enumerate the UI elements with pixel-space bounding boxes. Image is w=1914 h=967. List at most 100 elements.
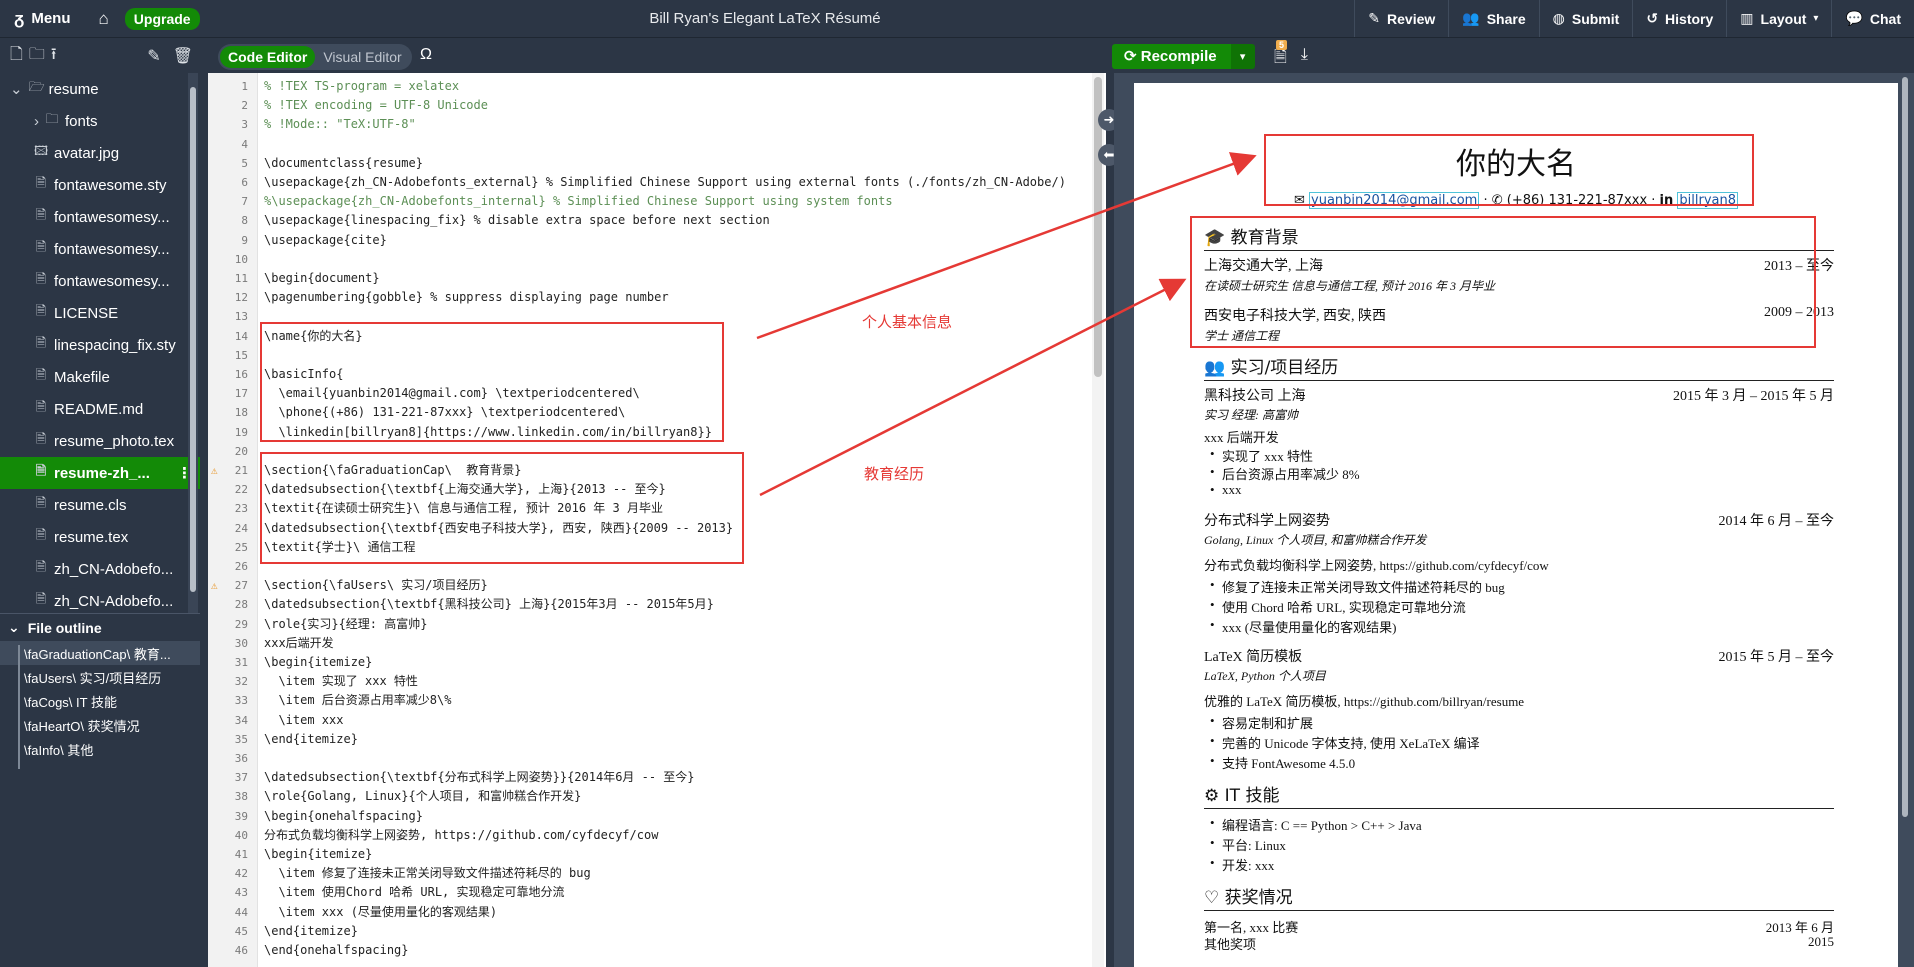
code-line[interactable]: ⚠ 27 \section{\faUsers\ 实习/项目经历} — [208, 576, 1106, 595]
file-tree-item[interactable]: 🗎 Makefile — [0, 361, 200, 393]
code-line[interactable]: 37 \datedsubsection{\textbf{分布式科学上网姿势}}{2… — [208, 768, 1106, 787]
code-line[interactable]: 32 \item 实现了 xxx 特性 — [208, 672, 1106, 691]
file-tree-divider[interactable] — [200, 73, 208, 967]
code-line[interactable]: 39 \begin{onehalfspacing} — [208, 807, 1106, 826]
file-tree-item[interactable]: 🗎 fontawesome.sty — [0, 169, 200, 201]
layout-button[interactable]: ▥ Layout ▾ — [1726, 0, 1831, 37]
code-line[interactable]: 34 \item xxx — [208, 711, 1106, 730]
code-line[interactable]: 44 \item xxx (尽量使用量化的客观结果) — [208, 903, 1106, 922]
code-line[interactable]: 15 — [208, 346, 1106, 365]
outline-item[interactable]: \faUsers\ 实习/项目经历 — [0, 665, 200, 689]
editor-scrollbar[interactable] — [1092, 73, 1104, 967]
code-line[interactable]: 36 — [208, 749, 1106, 768]
code-line[interactable]: 42 \item 修复了连接未正常关闭导致文件描述符耗尽的 bug — [208, 864, 1106, 883]
chevron-down-icon[interactable]: ⌄ — [10, 80, 23, 98]
outline-item[interactable]: \faHeartO\ 获奖情况 — [0, 713, 200, 737]
file-tree-item[interactable]: 🗎 resume-zh_... ⋮ — [0, 457, 200, 489]
chevron-right-icon[interactable]: › — [34, 113, 39, 130]
file-tree-item[interactable]: 🗎 LICENSE — [0, 297, 200, 329]
code-line[interactable]: 33 \item 后台资源占用率减少8\% — [208, 691, 1106, 710]
menu-button[interactable]: ᵹ Menu — [0, 0, 85, 37]
code-line[interactable]: 17 \email{yuanbin2014@gmail.com} \textpe… — [208, 384, 1106, 403]
file-tree-item[interactable]: 🗎 zh_CN-Adobefo... — [0, 585, 200, 613]
new-file-icon[interactable]: 🗋 — [10, 43, 23, 70]
code-line[interactable]: 23 \textit{在读硕士研究生}\ 信息与通信工程, 预计 2016 年 3… — [208, 499, 1106, 518]
code-line[interactable]: 18 \phone{(+86) 131-221-87xxx} \textperi… — [208, 403, 1106, 422]
outline-item[interactable]: \faCogs\ IT 技能 — [0, 689, 200, 713]
outline-item[interactable]: \faInfo\ 其他 — [0, 737, 200, 761]
code-editor-tab[interactable]: Code Editor — [220, 46, 316, 68]
code-line[interactable]: 8 \usepackage{linespacing_fix} % disable … — [208, 211, 1106, 230]
recompile-button[interactable]: ⟳ Recompile — [1112, 44, 1231, 69]
chat-button[interactable]: 💬 Chat — [1831, 0, 1914, 37]
visual-editor-tab[interactable]: Visual Editor — [315, 46, 409, 68]
history-button[interactable]: ↺ History — [1632, 0, 1726, 37]
file-tree-item[interactable]: 🗎 fontawesomesy... — [0, 201, 200, 233]
code-line[interactable]: 30 xxx后端开发 — [208, 634, 1106, 653]
code-line[interactable]: 11 \begin{document} — [208, 269, 1106, 288]
code-line[interactable]: 5 \documentclass{resume} — [208, 154, 1106, 173]
code-line[interactable]: 1 % !TEX TS-program = xelatex — [208, 77, 1106, 96]
file-tree-item[interactable]: 🗎 fontawesomesy... — [0, 265, 200, 297]
code-line[interactable]: 12 \pagenumbering{gobble} % suppress disp… — [208, 288, 1106, 307]
code-line[interactable]: 13 — [208, 307, 1106, 326]
code-line[interactable]: 7 %\usepackage{zh_CN-Adobefonts_internal}… — [208, 192, 1106, 211]
code-line[interactable]: 9 \usepackage{cite} — [208, 231, 1106, 250]
recompile-options-button[interactable]: ▾ — [1230, 44, 1255, 69]
code-editor[interactable]: 1 % !TEX TS-program = xelatex 2 % !TEX enco… — [208, 73, 1106, 967]
file-tree-item[interactable]: 🗎 resume.cls — [0, 489, 200, 521]
delete-icon[interactable]: 🗑 — [173, 46, 193, 66]
file-tree-item[interactable]: 🗎 resume.tex — [0, 521, 200, 553]
download-pdf-icon[interactable]: ⤓ — [1301, 46, 1308, 73]
code-line[interactable]: ⚠ 21 \section{\faGraduationCap\ 教育背景} — [208, 461, 1106, 480]
symbol-palette-button[interactable]: Ω — [420, 46, 432, 64]
outline-item[interactable]: \faGraduationCap\ 教育... — [0, 641, 200, 665]
file-tree-item[interactable]: 🗎 resume_photo.tex — [0, 425, 200, 457]
pdf-scrollbar[interactable] — [1900, 77, 1910, 963]
file-tree-item[interactable]: 🗎 README.md — [0, 393, 200, 425]
share-button[interactable]: 👥 Share — [1448, 0, 1538, 37]
code-line[interactable]: 3 % !Mode:: "TeX:UTF-8" — [208, 115, 1106, 134]
code-line[interactable]: 29 \role{实习}{经理: 高富帅} — [208, 615, 1106, 634]
code-line[interactable]: 19 \linkedin[billryan8]{https://www.link… — [208, 423, 1106, 442]
upgrade-button[interactable]: Upgrade — [124, 7, 200, 30]
rename-icon[interactable]: ✎ — [147, 46, 160, 66]
code-line[interactable]: 26 — [208, 557, 1106, 576]
code-line[interactable]: 20 — [208, 442, 1106, 461]
code-line[interactable]: 40 分布式负载均衡科学上网姿势, https://github.com/cyfd… — [208, 826, 1106, 845]
new-folder-icon[interactable]: 🗀 — [29, 43, 45, 70]
upload-icon[interactable]: ⭱ — [51, 43, 57, 70]
file-tree-folder[interactable]: ⌄ 🗁 resume — [0, 73, 200, 105]
code-line[interactable]: 35 \end{itemize} — [208, 730, 1106, 749]
file-tree-item[interactable]: 🗎 linespacing_fix.sty — [0, 329, 200, 361]
code-line[interactable]: 10 — [208, 250, 1106, 269]
code-line[interactable]: 46 \end{onehalfspacing} — [208, 941, 1106, 960]
code-line[interactable]: 2 % !TEX encoding = UTF-8 Unicode — [208, 96, 1106, 115]
code-line[interactable]: 43 \item 使用Chord 哈希 URL, 实现稳定可靠地分流 — [208, 883, 1106, 902]
home-button[interactable]: ⌂ — [85, 0, 123, 37]
code-line[interactable]: 14 \name{你的大名} — [208, 327, 1106, 346]
editor-pdf-divider[interactable] — [1106, 73, 1114, 967]
file-tree-item[interactable]: 🗎 zh_CN-Adobefo... — [0, 553, 200, 585]
code-line[interactable]: 41 \begin{itemize} — [208, 845, 1106, 864]
review-button[interactable]: ✎ Review — [1354, 0, 1448, 37]
code-line[interactable]: 25 \textit{学士}\ 通信工程 — [208, 538, 1106, 557]
file-tree-folder[interactable]: › 🗀 fonts — [0, 105, 200, 137]
file-tree-item[interactable]: 🗎 fontawesomesy... — [0, 233, 200, 265]
logs-button[interactable]: 🗎 5 — [1274, 40, 1288, 73]
linkedin-link[interactable]: billryan8 — [1677, 192, 1739, 209]
code-line[interactable]: 38 \role{Golang, Linux}{个人项目, 和富帅糕合作开发} — [208, 787, 1106, 806]
file-outline-header[interactable]: ⌄ File outline — [0, 613, 200, 641]
code-line[interactable]: 45 \end{itemize} — [208, 922, 1106, 941]
code-line[interactable]: 16 \basicInfo{ — [208, 365, 1106, 384]
email-link[interactable]: yuanbin2014@gmail.com — [1309, 192, 1480, 209]
code-line[interactable]: 28 \datedsubsection{\textbf{黑科技公司} 上海}{20… — [208, 595, 1106, 614]
code-line[interactable]: 6 \usepackage{zh_CN-Adobefonts_external} … — [208, 173, 1106, 192]
file-tree-item[interactable]: 🖾 avatar.jpg — [0, 137, 200, 169]
code-line[interactable]: 4 — [208, 135, 1106, 154]
submit-button[interactable]: ◍ Submit — [1538, 0, 1633, 37]
code-line[interactable]: 31 \begin{itemize} — [208, 653, 1106, 672]
code-line[interactable]: 24 \datedsubsection{\textbf{西安电子科技大学}, 西安… — [208, 519, 1106, 538]
file-tree-scrollbar[interactable] — [188, 73, 198, 613]
code-line[interactable]: 22 \datedsubsection{\textbf{上海交通大学}, 上海}{… — [208, 480, 1106, 499]
